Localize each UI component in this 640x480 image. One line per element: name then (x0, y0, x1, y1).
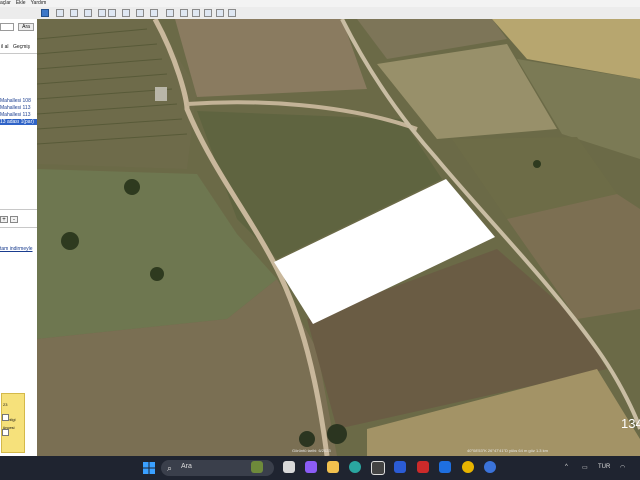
network-icon[interactable]: ▭ (582, 464, 588, 471)
coordinates-readout: 40°08'53"K 26°47'41"D yüks 64 m göz 1.3 … (467, 448, 548, 453)
download-link[interactable]: tam indirmeyle (0, 246, 33, 252)
tree (533, 160, 541, 168)
search-result-item-selected[interactable]: 13 adası 1(par) (0, 119, 37, 125)
remove-button[interactable]: - (10, 216, 18, 223)
note-line: 23 (3, 402, 8, 407)
search-icon: ⌕ (167, 463, 173, 473)
google-earth-icon[interactable] (484, 461, 496, 473)
clock-overlay-number: 1349 (621, 416, 640, 431)
wifi-icon[interactable]: ◠ (620, 464, 625, 471)
sidebar-toggle-button[interactable] (41, 9, 49, 17)
search-result-item[interactable]: Mahallesi 113 (0, 112, 37, 118)
placemark-button[interactable] (56, 9, 64, 17)
store-icon[interactable] (371, 461, 385, 475)
ruler-button[interactable] (166, 9, 174, 17)
divider (0, 53, 37, 54)
tree (299, 431, 315, 447)
overlay-button[interactable] (98, 9, 106, 17)
polygon-button[interactable] (70, 9, 78, 17)
map-imagery (37, 19, 640, 456)
historical-imagery-button[interactable] (122, 9, 130, 17)
edge-icon[interactable] (349, 461, 361, 473)
search-result-item[interactable]: Mahallesi 108 (0, 98, 37, 104)
plowed-field (175, 19, 367, 97)
taskbar-search-placeholder: Ara (181, 463, 192, 470)
planets-button[interactable] (150, 9, 158, 17)
tree (124, 179, 140, 195)
earth-button[interactable] (228, 9, 236, 17)
divider (0, 209, 37, 210)
satellite-map[interactable] (37, 19, 640, 456)
chevron-up-icon[interactable]: ^ (565, 464, 568, 470)
maps-button[interactable] (216, 9, 224, 17)
menu-item-araclar[interactable]: açlar (0, 0, 11, 7)
print-button[interactable] (192, 9, 200, 17)
tour-button[interactable] (108, 9, 116, 17)
layer-checkbox[interactable] (2, 429, 9, 436)
email-button[interactable] (180, 9, 188, 17)
layer-checkbox[interactable] (2, 414, 9, 421)
farm-building (155, 87, 167, 101)
save-image-button[interactable] (204, 9, 212, 17)
language-indicator[interactable]: TUR (598, 464, 610, 470)
mail-icon[interactable] (439, 461, 451, 473)
search-input[interactable] (0, 23, 14, 31)
app-icon[interactable] (394, 461, 406, 473)
sidebar: Ara il al Geçmiş Mahallesi 108 Mahallesi… (0, 19, 38, 456)
copilot-icon[interactable] (305, 461, 317, 473)
windows-start-icon[interactable] (143, 462, 155, 474)
search-result-item[interactable]: Mahallesi 113 (0, 105, 37, 111)
chrome-icon[interactable] (462, 461, 474, 473)
sun-button[interactable] (136, 9, 144, 17)
info-note: 23 ıla bilgi üncesi (1, 393, 25, 453)
history-link[interactable]: Geçmiş (13, 44, 30, 50)
imagery-date: Görüntü tarihi: 6/2023 (292, 448, 331, 453)
add-button[interactable]: + (0, 216, 8, 223)
file-explorer-icon[interactable] (327, 461, 339, 473)
taskbar (0, 456, 640, 480)
tree (327, 424, 347, 444)
divider (0, 227, 37, 228)
get-directions-link[interactable]: il al (1, 44, 9, 50)
search-button[interactable]: Ara (18, 23, 34, 31)
tree (150, 267, 164, 281)
task-view-icon[interactable] (283, 461, 295, 473)
menu-item-yardim[interactable]: Yardım (31, 0, 47, 7)
widget-icon[interactable] (251, 461, 263, 473)
menu-item-ekle[interactable]: Ekle (16, 0, 26, 7)
tree (61, 232, 79, 250)
path-button[interactable] (84, 9, 92, 17)
map-status-bar: Görüntü tarihi: 6/2023 40°08'53"K 26°47'… (37, 446, 640, 456)
menu-bar: açlar Ekle Yardım (0, 0, 640, 7)
mcafee-icon[interactable] (417, 461, 429, 473)
